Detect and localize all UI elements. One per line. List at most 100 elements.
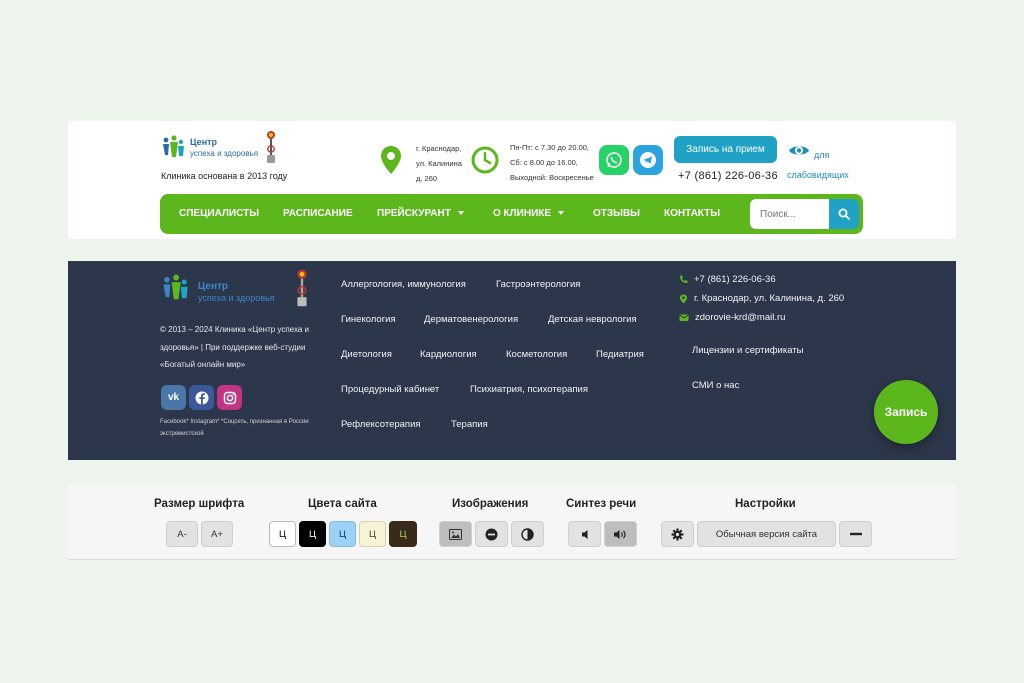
booking-cta-button[interactable]: Запись [874, 380, 938, 444]
nav-label: Прейскурант [377, 208, 451, 219]
media-link[interactable]: СМИ о нас [692, 380, 739, 391]
normal-version-button[interactable]: Обычная версия сайта [697, 521, 836, 547]
facebook-button[interactable] [189, 385, 214, 410]
footer-link[interactable]: Гастроэнтерология [496, 279, 580, 290]
minus-icon [849, 532, 862, 536]
header-hours: Пн-Пт: с 7.30 до 20.00, Сб: с 8.00 до 16… [510, 140, 594, 185]
color-scheme-brown-button[interactable]: Ц [389, 521, 417, 547]
color-scheme-white-button[interactable]: Ц [269, 521, 296, 547]
nav-item-contacts[interactable]: Контакты [664, 194, 720, 234]
location-pin-icon [680, 294, 687, 303]
logo-text-line2: успеха и здоровья [190, 149, 259, 158]
colors-title: Цвета сайта [308, 498, 377, 510]
footer-phone[interactable]: +7 (861) 226-06-36 [679, 274, 776, 285]
instagram-button[interactable] [217, 385, 242, 410]
logo-figures-icon [163, 135, 184, 157]
volume-low-icon [581, 529, 587, 539]
header-logo[interactable]: Центр успеха и здоровья [160, 129, 290, 169]
search-icon [838, 208, 850, 220]
phone-icon [680, 275, 688, 283]
footer-address: г. Краснодар, ул. Калинина, д. 260 [679, 293, 844, 304]
footer-copyright: © 2013 – 2024 Клиника «Центр успеха и зд… [160, 325, 309, 369]
site-footer: Центр успеха и здоровья © 2013 – 2024 Кл… [68, 261, 956, 460]
footer-link[interactable]: Диетология [341, 349, 392, 360]
telegram-icon [640, 152, 656, 168]
footer-link[interactable]: Психиатрия, психотерапия [470, 384, 588, 395]
images-grayscale-button[interactable] [511, 521, 544, 547]
image-icon [449, 528, 462, 540]
nav-label: О клинике [493, 208, 552, 219]
nav-item-schedule[interactable]: Расписание [283, 194, 353, 234]
chevron-down-icon [558, 211, 565, 216]
nav-label: Расписание [283, 208, 353, 219]
nav-label: Контакты [664, 208, 721, 219]
footer-link[interactable]: Аллергология, иммунология [341, 279, 466, 290]
footer-email[interactable]: zdorovie-krd@mail.ru [679, 312, 785, 323]
footer-link[interactable]: Детская неврология [548, 314, 637, 325]
vi-label-line2: слабовидящих [787, 170, 849, 180]
nav-item-about[interactable]: О клинике [493, 194, 565, 234]
footer-note: Facebook* Instagram* *Соцсеть, признанна… [160, 419, 309, 437]
vk-button[interactable]: vk [161, 385, 186, 410]
footer-logo-text-line1: Центр [198, 281, 229, 292]
font-increase-button[interactable]: A+ [201, 521, 233, 547]
footer-logo-text-line2: успеха и здоровья [198, 293, 275, 303]
images-off-button[interactable] [475, 521, 508, 547]
header-phone[interactable]: +7 (861) 226-06-36 [678, 170, 778, 182]
font-decrease-button[interactable]: A- [166, 521, 198, 547]
footer-link[interactable]: Дерматовенерология [424, 314, 518, 325]
footer-link[interactable]: Гинекология [341, 314, 396, 325]
whatsapp-button[interactable] [599, 145, 629, 175]
clock-icon [471, 146, 499, 174]
volume-high-icon [614, 529, 626, 539]
color-scheme-black-button[interactable]: Ц [299, 521, 326, 547]
nav-item-prices[interactable]: Прейскурант [377, 194, 464, 234]
book-appointment-button[interactable]: Запись на прием [674, 136, 777, 163]
images-on-button[interactable] [439, 521, 472, 547]
logo-text-line1: Центр [190, 137, 218, 147]
facebook-icon [195, 391, 208, 404]
site-header: Центр успеха и здоровья Клиника основана… [68, 121, 956, 239]
footer-link[interactable]: Педиатрия [596, 349, 644, 360]
vi-label-line1: для [814, 150, 830, 160]
footer-link[interactable]: Косметология [506, 349, 567, 360]
footer-logo[interactable]: Центр успеха и здоровья [160, 266, 320, 308]
settings-title: Настройки [735, 498, 796, 510]
nav-item-reviews[interactable]: Отзывы [593, 194, 640, 234]
footer-email-text: zdorovie-krd@mail.ru [695, 312, 786, 323]
nav-item-specialists[interactable]: Специалисты [179, 194, 259, 234]
accessibility-panel: Размер шрифта A- A+ Цвета сайта Ц Ц Ц Ц … [68, 484, 956, 560]
footer-link[interactable]: Кардиология [420, 349, 477, 360]
logo-figures-icon [163, 274, 188, 300]
speech-title: Синтез речи [566, 498, 637, 510]
contrast-icon [521, 527, 534, 541]
chevron-down-icon [457, 211, 464, 216]
address-line: д. 260 [416, 174, 438, 183]
search-button[interactable] [829, 199, 859, 229]
visually-impaired-link[interactable]: для слабовидящих [787, 145, 877, 185]
no-image-icon [485, 528, 498, 540]
images-title: Изображения [452, 498, 529, 510]
footer-address-text: г. Краснодар, ул. Калинина, д. 260 [694, 293, 845, 304]
gear-icon [671, 528, 684, 540]
speech-on-button[interactable] [604, 521, 637, 547]
footer-phone-text: +7 (861) 226-06-36 [694, 274, 776, 285]
color-scheme-blue-button[interactable]: Ц [329, 521, 356, 547]
instagram-icon [223, 391, 236, 404]
telegram-button[interactable] [633, 145, 663, 175]
footer-link[interactable]: Рефлексотерапия [341, 419, 421, 430]
hours-line: Пн-Пт: с 7.30 до 20.00, [510, 143, 590, 152]
emblem-icon [297, 269, 307, 307]
font-size-title: Размер шрифта [154, 498, 245, 510]
whatsapp-icon [606, 152, 622, 168]
hide-panel-button[interactable] [839, 521, 872, 547]
footer-link[interactable]: Процедурный кабинет [341, 384, 439, 395]
search-input[interactable] [750, 199, 830, 229]
vk-icon: vk [167, 392, 180, 403]
color-scheme-beige-button[interactable]: Ц [359, 521, 386, 547]
hours-line: Выходной: Воскресенье [510, 173, 594, 182]
settings-button[interactable] [661, 521, 694, 547]
speech-off-button[interactable] [568, 521, 601, 547]
footer-link[interactable]: Терапия [451, 419, 488, 430]
licenses-link[interactable]: Лицензии и сертификаты [692, 345, 803, 356]
